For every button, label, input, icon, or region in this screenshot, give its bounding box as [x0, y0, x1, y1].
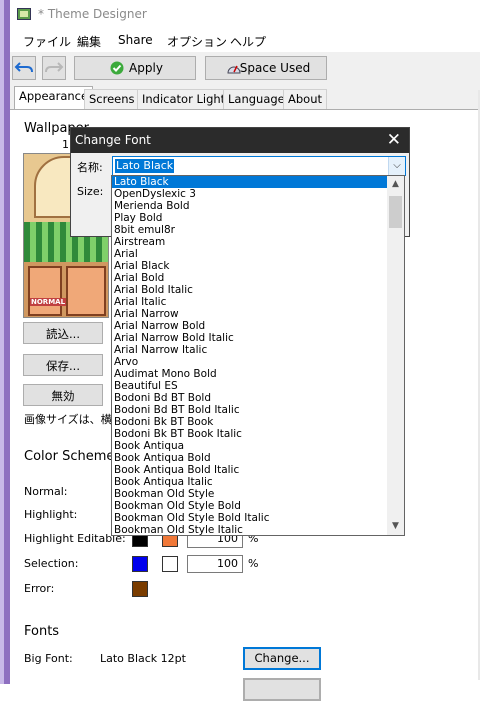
font-option[interactable]: Arial Bold: [112, 272, 404, 284]
tab-language[interactable]: Language: [223, 89, 290, 109]
font-option[interactable]: Book Antiqua Bold: [112, 452, 404, 464]
app-icon: [17, 8, 31, 20]
undo-icon: [14, 62, 33, 73]
redo-icon: [45, 62, 64, 73]
selection-pct: %: [248, 557, 259, 570]
font-option[interactable]: Bookman Old Style Bold Italic: [112, 512, 404, 524]
font-option[interactable]: Arial Narrow Bold: [112, 320, 404, 332]
undo-button[interactable]: [12, 56, 36, 80]
font-name-combobox[interactable]: Lato Black ⌵: [112, 156, 406, 176]
title-bar: * Theme Designer: [10, 0, 480, 30]
fonts-label: Fonts: [24, 624, 60, 639]
dialog-title-bar: Change Font ✕: [71, 128, 409, 153]
menu-share[interactable]: Share: [118, 33, 153, 47]
font-dropdown-list[interactable]: Lato Black OpenDyslexic 3 Merienda Bold Pla…: [111, 175, 405, 536]
font-option[interactable]: Book Antiqua: [112, 440, 404, 452]
font-option[interactable]: Book Antiqua Bold Italic: [112, 464, 404, 476]
color-selection-label: Selection:: [24, 557, 79, 570]
window-title: * Theme Designer: [38, 7, 147, 21]
menu-help[interactable]: ヘルプ: [230, 33, 266, 50]
font-option[interactable]: Arial Bold Italic: [112, 284, 404, 296]
chevron-down-icon[interactable]: ⌵: [388, 157, 405, 175]
apply-button[interactable]: Apply: [74, 56, 196, 80]
color-highlight-label: Highlight:: [24, 508, 78, 521]
scroll-thumb[interactable]: [389, 196, 402, 228]
tab-indicator-light[interactable]: Indicator Light: [137, 89, 231, 109]
font-name-selected: Lato Black: [115, 159, 175, 173]
space-used-label: Space Used: [239, 61, 311, 75]
menu-edit[interactable]: 編集: [77, 33, 101, 50]
font-option[interactable]: Bookman Old Style Italic: [112, 524, 404, 535]
wallpaper-index: 1: [62, 138, 69, 151]
font-option[interactable]: Arial Narrow Bold Italic: [112, 332, 404, 344]
font-option[interactable]: Arvo: [112, 356, 404, 368]
font-name-label: 名称:: [77, 161, 103, 174]
wallpaper-normal-text: NORMAL: [30, 298, 67, 306]
selection-swatch-secondary[interactable]: [162, 556, 178, 572]
apply-label: Apply: [129, 61, 163, 75]
font-option[interactable]: Bodoni Bd BT Bold: [112, 392, 404, 404]
font-option[interactable]: Book Antiqua Italic: [112, 476, 404, 488]
dropdown-scrollbar[interactable]: ▲ ▼: [387, 176, 404, 535]
font-size-label: Size:: [77, 185, 104, 198]
tab-screens[interactable]: Screens: [84, 89, 140, 109]
color-error-label: Error:: [24, 582, 55, 595]
disable-button[interactable]: 無効: [23, 384, 103, 406]
image-size-note: 画像サイズは、横: [24, 413, 112, 426]
save-button[interactable]: 保存...: [23, 354, 103, 376]
menu-options[interactable]: オプション: [167, 33, 227, 50]
font-option[interactable]: Bodoni Bk BT Book Italic: [112, 428, 404, 440]
font-option[interactable]: Merienda Bold: [112, 200, 404, 212]
error-swatch[interactable]: [132, 581, 148, 597]
menu-file[interactable]: ファイル: [23, 33, 71, 50]
font-option[interactable]: Play Bold: [112, 212, 404, 224]
background-window-strip: [0, 0, 10, 684]
tab-strip: Appearance Screens Indicator Light Langu…: [10, 86, 480, 110]
scroll-down-icon[interactable]: ▼: [387, 518, 404, 535]
font-option[interactable]: Airstream: [112, 236, 404, 248]
font-option[interactable]: Bodoni Bk BT Book: [112, 416, 404, 428]
scroll-up-icon[interactable]: ▲: [387, 176, 404, 193]
font-option[interactable]: Arial Narrow: [112, 308, 404, 320]
selection-opacity-input[interactable]: 100: [187, 555, 243, 573]
space-used-button[interactable]: Space Used: [205, 56, 327, 80]
selection-swatch-primary[interactable]: [132, 556, 148, 572]
load-button[interactable]: 読込...: [23, 322, 103, 344]
big-font-value: Lato Black 12pt: [100, 652, 186, 665]
redo-button[interactable]: [42, 56, 66, 80]
font-option[interactable]: Lato Black: [112, 176, 404, 188]
menu-bar: ファイル 編集 Share オプション ヘルプ: [10, 30, 480, 52]
font-option[interactable]: Bookman Old Style: [112, 488, 404, 500]
font-option[interactable]: OpenDyslexic 3: [112, 188, 404, 200]
font-option[interactable]: Bookman Old Style Bold: [112, 500, 404, 512]
tab-about[interactable]: About: [283, 89, 328, 109]
font-option[interactable]: Beautiful ES: [112, 380, 404, 392]
color-scheme-label: Color Scheme: [24, 449, 115, 464]
change-font-button-2[interactable]: [243, 678, 321, 701]
big-font-label: Big Font:: [24, 652, 73, 665]
tab-appearance[interactable]: Appearance: [14, 86, 94, 110]
color-normal-label: Normal:: [24, 485, 68, 498]
font-option[interactable]: Audimat Mono Bold: [112, 368, 404, 380]
change-big-font-button[interactable]: Change...: [243, 647, 321, 670]
font-option[interactable]: Arial: [112, 248, 404, 260]
font-option[interactable]: Bodoni Bd BT Bold Italic: [112, 404, 404, 416]
close-icon[interactable]: ✕: [387, 130, 401, 150]
font-option[interactable]: Arial Black: [112, 260, 404, 272]
font-option[interactable]: Arial Italic: [112, 296, 404, 308]
font-option[interactable]: Arial Narrow Italic: [112, 344, 404, 356]
dialog-title: Change Font: [75, 133, 151, 147]
toolbar: Apply Space Used: [10, 52, 480, 84]
font-option[interactable]: 8bit emul8r: [112, 224, 404, 236]
